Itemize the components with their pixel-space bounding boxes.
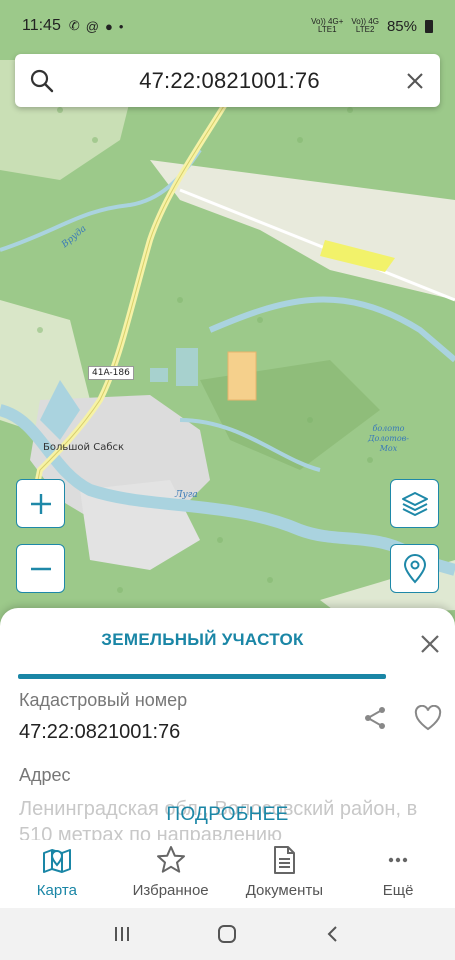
star-icon bbox=[156, 846, 185, 873]
minus-icon bbox=[30, 567, 51, 570]
zoom-out-button[interactable] bbox=[16, 544, 65, 593]
dot-icon: • bbox=[118, 18, 124, 34]
recent-apps-icon[interactable] bbox=[112, 924, 132, 944]
sim1-indicator: Vo)) 4G+ LTE1 bbox=[311, 17, 344, 34]
nav-label: Ещё bbox=[382, 882, 414, 899]
more-details-button[interactable]: ПОДРОБНЕЕ bbox=[0, 804, 455, 826]
back-icon[interactable] bbox=[323, 924, 343, 944]
system-navigation-bar bbox=[0, 908, 455, 960]
close-icon[interactable] bbox=[418, 632, 442, 656]
share-icon[interactable] bbox=[362, 705, 388, 731]
search-bar[interactable]: 47:22:0821001:76 bbox=[15, 54, 440, 107]
town-label: Большой Сабск bbox=[43, 442, 125, 453]
sim2-indicator: Vo)) 4G LTE2 bbox=[351, 17, 379, 34]
nav-label: Избранное bbox=[132, 882, 209, 899]
map-icon bbox=[42, 849, 71, 873]
notification-icons: ✆ @ ● • bbox=[69, 18, 124, 34]
my-location-button[interactable] bbox=[390, 544, 439, 593]
whatsapp-icon: ✆ bbox=[68, 18, 80, 33]
location-pin-icon bbox=[403, 553, 426, 583]
battery-icon bbox=[425, 19, 433, 33]
layers-button[interactable] bbox=[390, 479, 439, 528]
zoom-in-button[interactable] bbox=[16, 479, 65, 528]
cadastral-label: Кадастровый номер bbox=[19, 690, 188, 710]
nav-label: Карта bbox=[36, 882, 77, 899]
cadastral-value: 47:22:0821001:76 bbox=[19, 721, 181, 743]
parcel-info-sheet[interactable]: ЗЕМЕЛЬНЫЙ УЧАСТОК Кадастровый номер 47:2… bbox=[0, 608, 455, 840]
river-label-luga: Луга bbox=[175, 490, 198, 500]
clear-icon[interactable] bbox=[404, 70, 426, 92]
search-icon[interactable] bbox=[29, 68, 55, 94]
sheet-title: ЗЕМЕЛЬНЫЙ УЧАСТОК bbox=[101, 630, 304, 649]
status-bar: 11:45 ✆ @ ● • Vo)) 4G+ LTE1 Vo)) 4G LTE2… bbox=[0, 0, 455, 52]
battery-text: 85% bbox=[386, 17, 417, 35]
nav-item-documents[interactable]: Документы bbox=[228, 840, 342, 908]
status-time: 11:45 bbox=[22, 17, 61, 34]
more-dots-icon bbox=[388, 857, 408, 863]
status-right: Vo)) 4G+ LTE1 Vo)) 4G LTE2 85% bbox=[311, 18, 433, 35]
layers-icon bbox=[401, 491, 428, 516]
swamp-label: болото Долотов- Мох bbox=[368, 424, 409, 453]
home-icon[interactable] bbox=[216, 923, 238, 945]
road-shield: 41A-186 bbox=[88, 366, 134, 380]
heart-icon[interactable] bbox=[414, 705, 442, 731]
plus-icon bbox=[30, 493, 51, 514]
address-label: Адрес bbox=[19, 765, 71, 785]
at-icon: @ bbox=[85, 18, 99, 34]
nav-label: Документы bbox=[245, 882, 324, 899]
bottom-navigation: Карта Избранное Документы Ещё bbox=[0, 840, 455, 908]
nav-item-more[interactable]: Ещё bbox=[341, 840, 455, 908]
tab-indicator bbox=[18, 674, 386, 679]
nav-item-map[interactable]: Карта bbox=[0, 840, 114, 908]
nav-item-favorites[interactable]: Избранное bbox=[114, 840, 228, 908]
facebook-icon: ● bbox=[104, 18, 113, 34]
search-input[interactable]: 47:22:0821001:76 bbox=[55, 68, 404, 94]
document-icon bbox=[274, 846, 296, 874]
